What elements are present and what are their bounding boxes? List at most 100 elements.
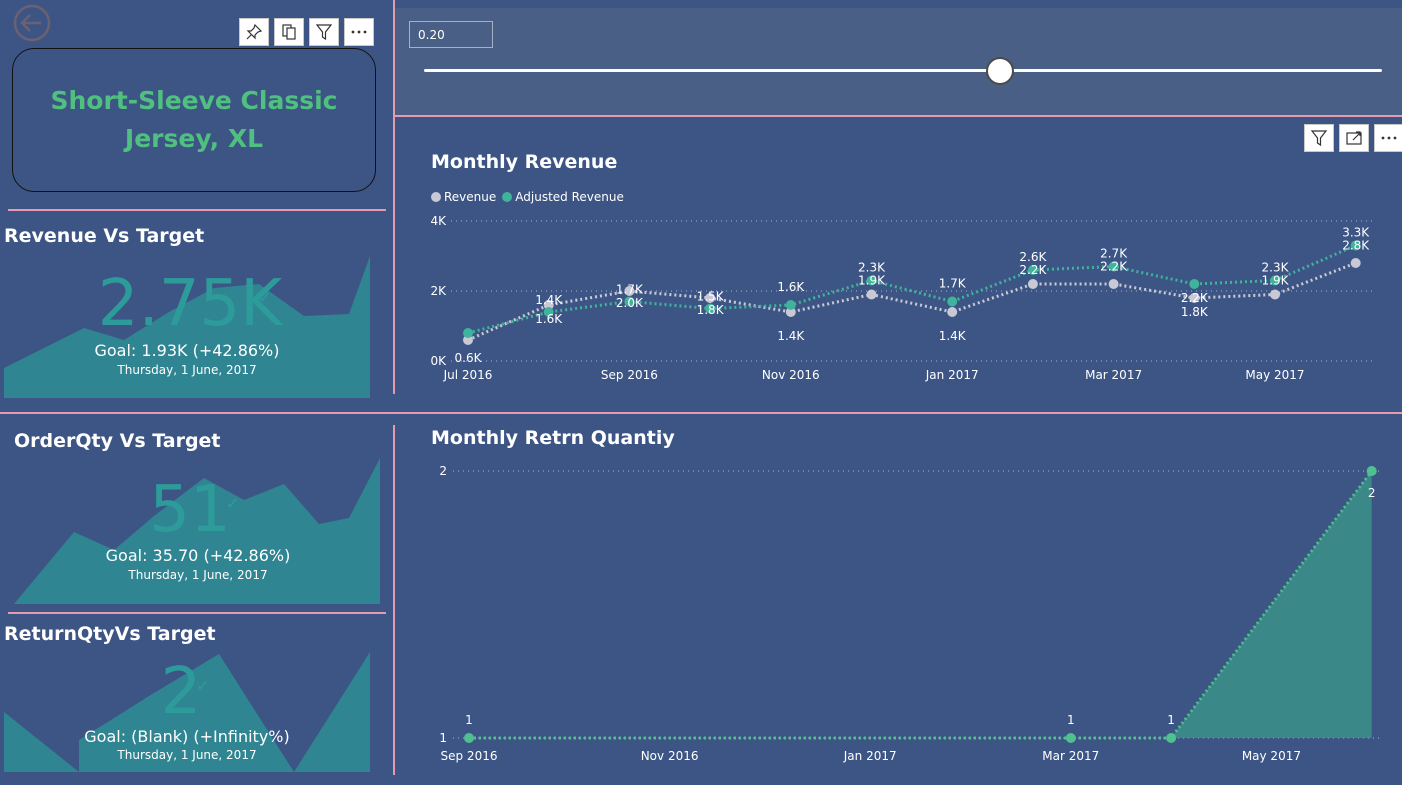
- copy-icon: [282, 24, 296, 40]
- pin-icon: [246, 23, 263, 40]
- kpi-title: OrderQty Vs Target: [14, 430, 221, 452]
- product-name-line1: Short-Sleeve Classic: [50, 86, 338, 115]
- x-tick-label: Jul 2016: [443, 368, 493, 382]
- back-arrow-icon: [13, 4, 51, 42]
- data-point[interactable]: [1065, 733, 1076, 743]
- copy-button[interactable]: [274, 18, 304, 46]
- legend-label-revenue[interactable]: Revenue: [444, 190, 496, 204]
- kpi-value: 2.75K: [97, 267, 283, 341]
- kpi-goal: Goal: 35.70 (+42.86%): [105, 546, 291, 565]
- kpi-date: Thursday, 1 June, 2017: [128, 568, 268, 582]
- data-point-revenue[interactable]: [1350, 258, 1361, 268]
- y-tick-label: 0K: [430, 354, 447, 368]
- y-tick-label: 2: [439, 464, 447, 478]
- data-point-adjusted-revenue[interactable]: [463, 328, 473, 338]
- data-label-adjusted-revenue: 1.7K: [616, 283, 644, 297]
- y-tick-label: 1: [439, 731, 447, 745]
- filter-button[interactable]: [309, 18, 339, 46]
- data-label-revenue: 2.2K: [1019, 263, 1047, 277]
- data-point-adjusted-revenue[interactable]: [785, 300, 796, 310]
- data-point-revenue[interactable]: [1108, 279, 1119, 289]
- monthly-return-chart[interactable]: 1 2 Sep 2016 Nov 2016 Jan 2017 Mar 2017 May 20…: [395, 455, 1402, 775]
- data-label-adjusted-revenue: 1.7K: [939, 277, 967, 291]
- x-tick-label: Sep 2016: [601, 368, 658, 382]
- kpi-value: 51: [149, 473, 231, 547]
- divider: [8, 209, 386, 211]
- x-tick-label: Jan 2017: [843, 749, 897, 763]
- data-label-adjusted-revenue: 2.2K: [1181, 291, 1209, 305]
- data-label-adjusted-revenue: 1.4K: [535, 293, 563, 307]
- kpi-value: 2: [160, 655, 202, 729]
- y-tick-label: 4K: [430, 214, 447, 228]
- data-point[interactable]: [464, 733, 474, 743]
- check-icon: ✓: [258, 288, 272, 307]
- chart-legend: Revenue Adjusted Revenue: [431, 189, 624, 205]
- kpi-date: Thursday, 1 June, 2017: [117, 748, 257, 762]
- data-point-adjusted-revenue[interactable]: [1189, 279, 1200, 289]
- kpi-title: ReturnQtyVs Target: [4, 623, 216, 645]
- data-label-revenue: 1.8K: [697, 303, 725, 317]
- data-label-revenue: 1.4K: [777, 329, 805, 343]
- data-label-revenue: 1.9K: [858, 274, 886, 288]
- series-line-revenue: [467, 261, 1357, 342]
- slicer-panel: [395, 8, 1402, 116]
- monthly-revenue-chart[interactable]: 0K 2K 4K Jul 2016 Sep 2016 Nov 2016 Jan 2017 Ma…: [395, 205, 1402, 390]
- product-card: Short-Sleeve Classic Jersey, XL: [12, 48, 376, 192]
- data-label-revenue: 2.8K: [1342, 239, 1370, 253]
- kpi-goal: Goal: (Blank) (+Infinity%): [84, 727, 290, 746]
- data-label: 1: [1067, 713, 1075, 727]
- more-options-button[interactable]: [344, 18, 374, 46]
- chart-title: Monthly Revenue: [431, 151, 618, 173]
- slider-handle[interactable]: [986, 57, 1014, 85]
- slider-track[interactable]: [424, 69, 1382, 72]
- chart-more-options-button[interactable]: [1374, 124, 1402, 152]
- x-tick-label: Nov 2016: [641, 749, 699, 763]
- focus-mode-button[interactable]: [1339, 124, 1369, 152]
- check-icon: ✓: [196, 676, 210, 695]
- focus-mode-icon: [1346, 131, 1362, 145]
- data-label-revenue: 1.4K: [939, 329, 967, 343]
- x-tick-label: Jan 2017: [925, 368, 979, 382]
- x-tick-label: Nov 2016: [762, 368, 820, 382]
- data-label-revenue: 1.9K: [1262, 274, 1290, 288]
- chart-filter-button[interactable]: [1304, 124, 1334, 152]
- data-label: 1: [465, 713, 473, 727]
- divider: [8, 612, 386, 614]
- data-label-revenue: 0.6K: [455, 351, 483, 365]
- legend-label-adjusted[interactable]: Adjusted Revenue: [515, 190, 624, 204]
- x-tick-label: Mar 2017: [1042, 749, 1099, 763]
- data-point-revenue[interactable]: [1027, 279, 1038, 289]
- data-label-adjusted-revenue: 1.5K: [697, 290, 725, 304]
- data-point[interactable]: [1366, 466, 1377, 476]
- x-tick-label: May 2017: [1245, 368, 1304, 382]
- data-label: 2: [1368, 486, 1376, 500]
- filter-icon: [1310, 130, 1328, 147]
- data-label-revenue: 1.6K: [535, 312, 563, 326]
- more-icon: [351, 30, 367, 34]
- slicer-value-input[interactable]: [409, 21, 493, 48]
- x-tick-label: Mar 2017: [1085, 368, 1142, 382]
- kpi-goal: Goal: 1.93K (+42.86%): [94, 341, 280, 360]
- divider: [0, 412, 1402, 414]
- y-tick-label: 2K: [430, 284, 447, 298]
- series-line-adjusted-revenue: [467, 244, 1357, 335]
- data-label-adjusted-revenue: 2.7K: [1100, 247, 1128, 261]
- back-button[interactable]: [12, 4, 52, 42]
- data-point-revenue[interactable]: [947, 307, 958, 317]
- data-label-revenue: 2.0K: [616, 296, 644, 310]
- data-point-adjusted-revenue[interactable]: [947, 296, 958, 307]
- x-tick-label: Sep 2016: [441, 749, 498, 763]
- check-icon: ✓: [226, 494, 240, 513]
- pin-button[interactable]: [239, 18, 269, 46]
- data-label-adjusted-revenue: 2.3K: [858, 261, 886, 275]
- data-label: 1: [1167, 713, 1175, 727]
- data-point-revenue[interactable]: [866, 289, 877, 300]
- kpi-date: Thursday, 1 June, 2017: [117, 363, 257, 377]
- data-label-revenue: 2.2K: [1100, 260, 1128, 274]
- data-point[interactable]: [1166, 733, 1177, 743]
- filter-icon: [315, 24, 333, 41]
- data-point-revenue[interactable]: [1270, 289, 1280, 300]
- divider: [395, 115, 1402, 117]
- chart-title: Monthly Retrn Quantiy: [431, 427, 675, 449]
- legend-marker-revenue: [431, 192, 441, 202]
